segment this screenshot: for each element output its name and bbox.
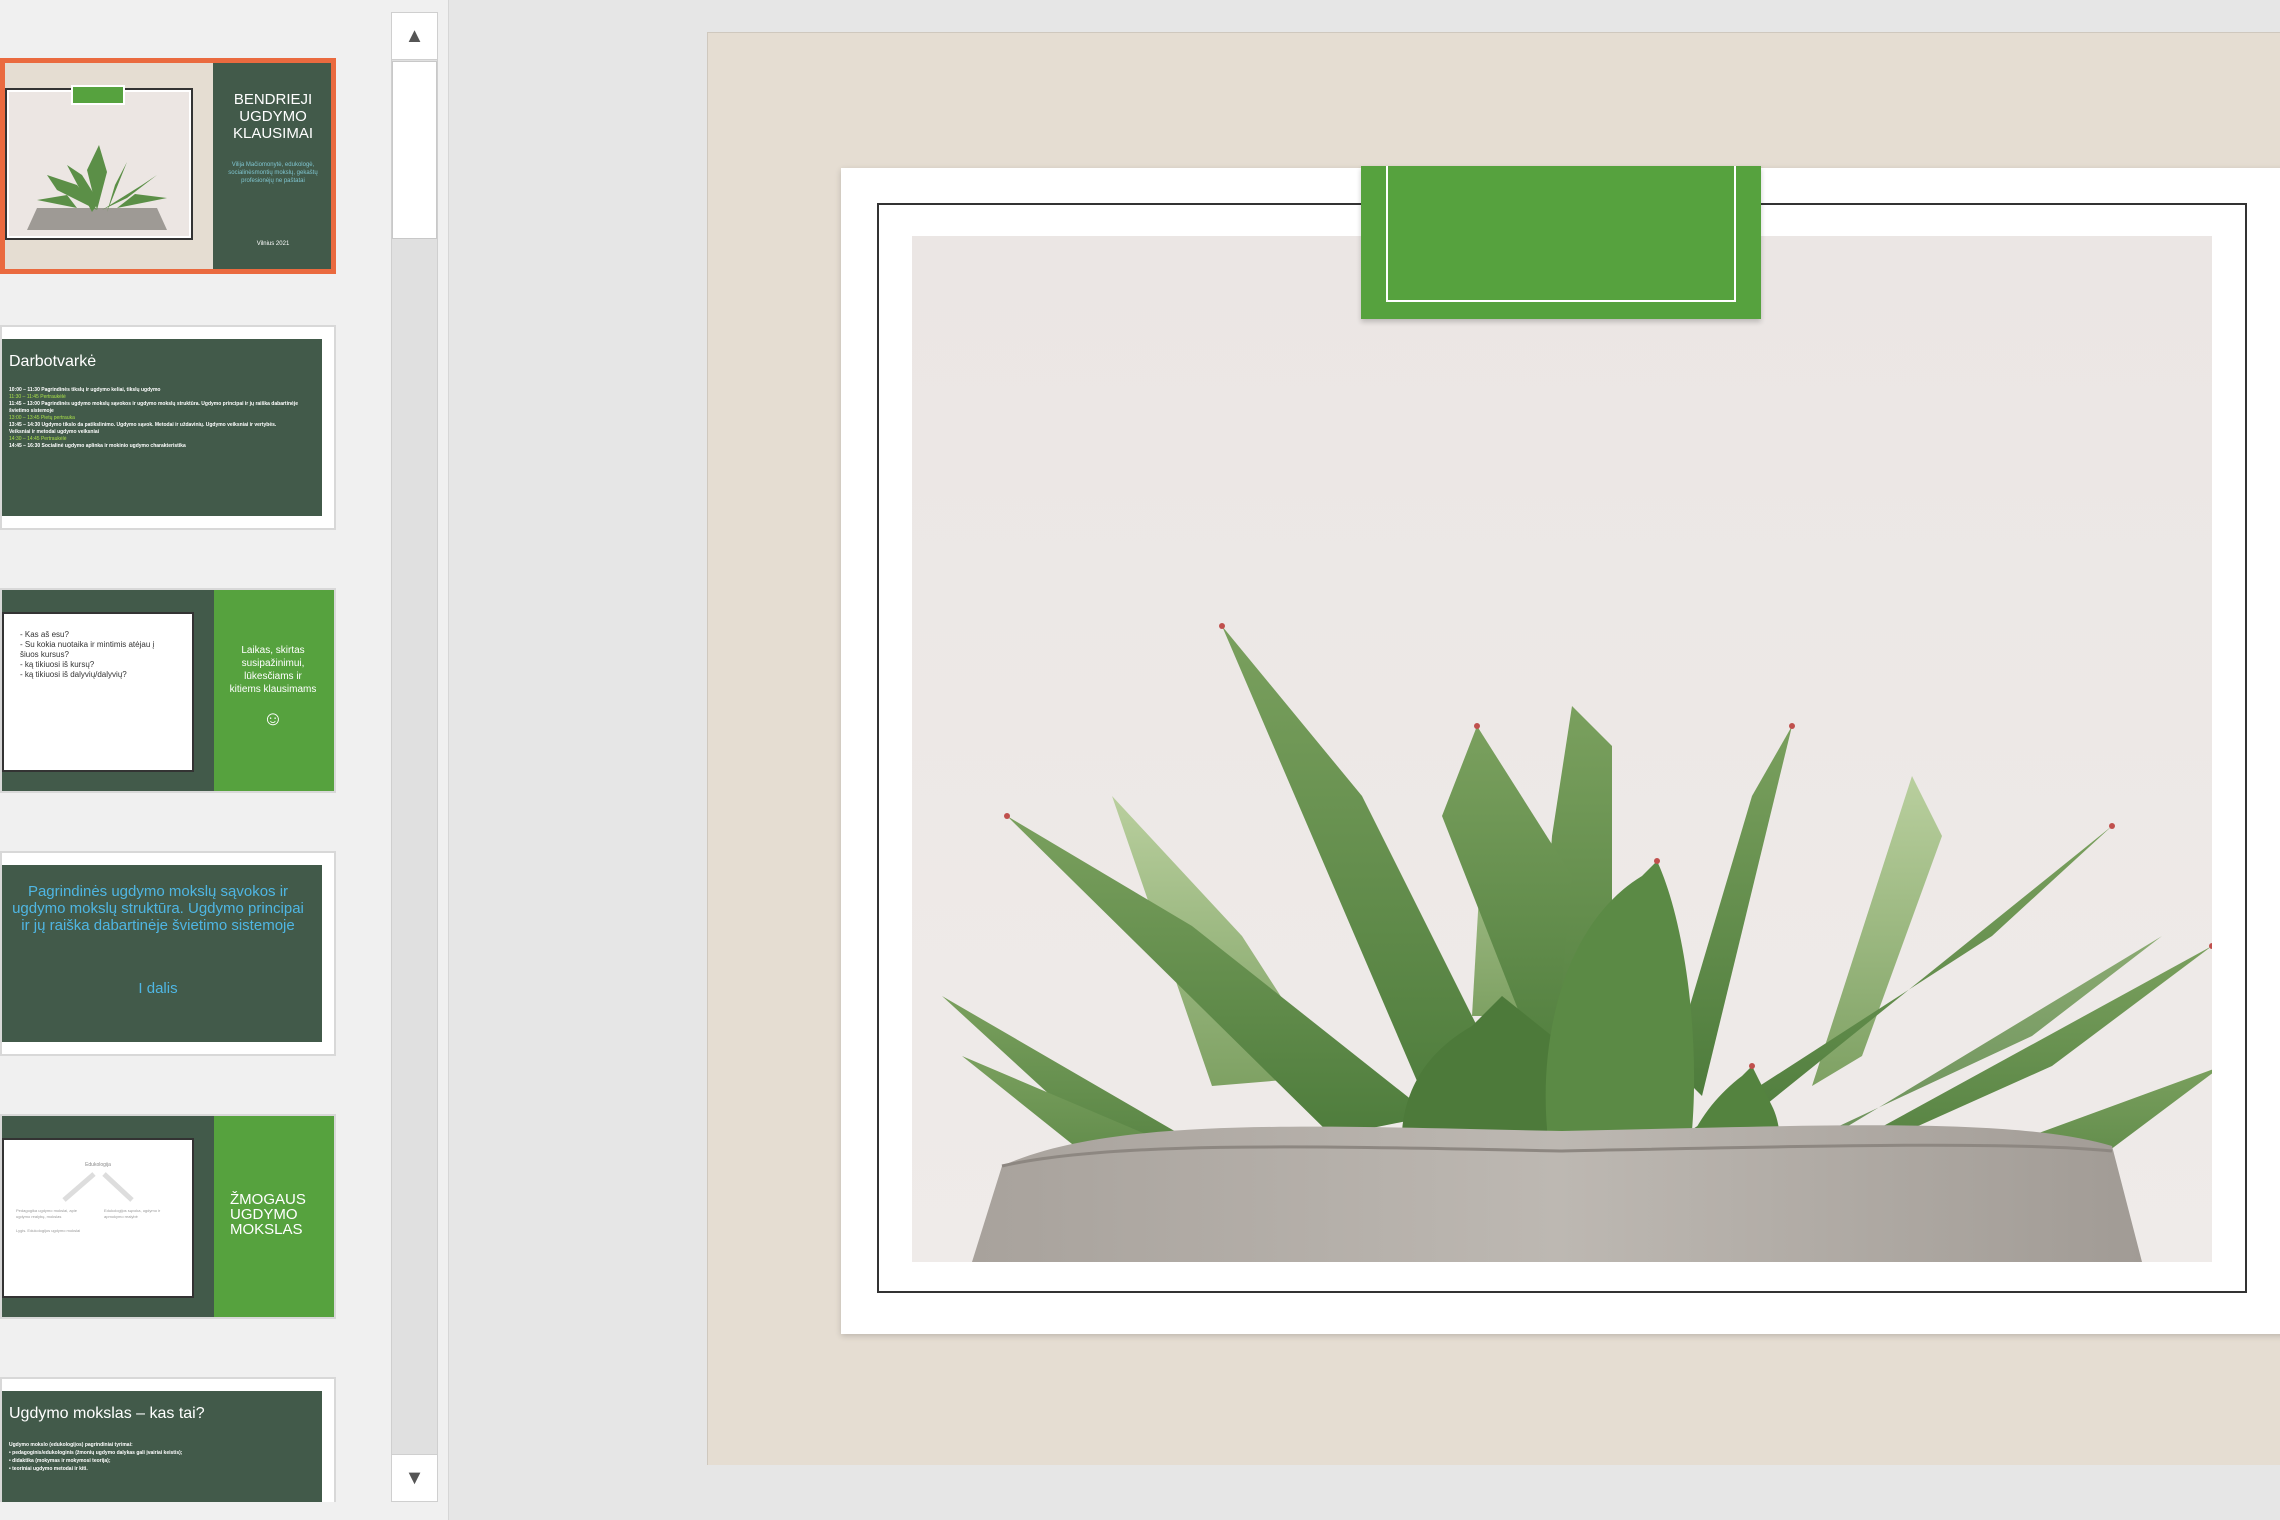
list-item: 14:45 – 16:30 Socialinė ugdymo aplinka i… <box>9 443 186 449</box>
list-item: 13:00 – 13:45 Pietų pertrauka <box>9 415 75 421</box>
slide-6-bullet-list: Ugdymo mokslo (edukologijos) pagrindinia… <box>9 1441 309 1473</box>
list-item: - ką tikiuosi iš kursų? <box>20 660 95 669</box>
chevron-up-icon: ▲ <box>404 24 425 47</box>
slide-3-preview: - Kas aš esu? - Su kokia nuotaika ir min… <box>2 590 334 791</box>
slide-5-side-panel: ŽMOGAUS UGDYMO MOKSLAS <box>214 1116 334 1317</box>
green-title-tab[interactable] <box>1361 166 1761 319</box>
list-item: 14:30 – 14:45 Pertraukėlė <box>9 436 67 442</box>
slide-6-title: Ugdymo mokslas – kas tai? <box>9 1405 205 1422</box>
succulent-image <box>912 236 2212 1262</box>
slide-thumbnail-6[interactable]: Ugdymo mokslas – kas tai? Ugdymo mokslo … <box>0 1377 336 1502</box>
list-item: - Su kokia nuotaika ir mintimis atėjau į… <box>20 640 155 659</box>
list-item: • teoriniai ugdymo metodai ir kiti. <box>9 1466 88 1472</box>
green-tab-inner-border <box>1386 166 1736 302</box>
slide-editing-canvas[interactable] <box>449 0 2280 1520</box>
slide-1-green-tab <box>71 85 125 105</box>
slide-2-title: Darbotvarkė <box>9 353 97 370</box>
slide-thumbnail-pane: BENDRIEJI UGDYMO KLAUSIMAI Vilija Mačiom… <box>0 0 449 1520</box>
slide-1-footer: Vilnius 2021 <box>256 241 290 247</box>
slide-1-preview: BENDRIEJI UGDYMO KLAUSIMAI Vilija Mačiom… <box>5 63 331 269</box>
slide-1-subtitle: Vilija Mačiomonytė, edukologė, socialinė… <box>228 162 318 184</box>
slide-1-photo-frame <box>5 88 193 240</box>
list-item: • pedagoginis/edukologinis (žmonių ugdym… <box>9 1450 183 1456</box>
slide-5-preview: Edukologija Pedagogika ugdymo mokslai, a… <box>2 1116 334 1317</box>
slide-1-title-panel: BENDRIEJI UGDYMO KLAUSIMAI Vilija Mačiom… <box>213 63 331 269</box>
list-item: 13:45 – 14:30 Ugdymo tikslo da patikslin… <box>9 422 277 435</box>
picture-card[interactable] <box>841 166 2280 1334</box>
slide-2-bullet-list: 10:00 – 11:30 Pagrindinės tikslų ir ugdy… <box>9 387 299 450</box>
scroll-down-button[interactable]: ▼ <box>392 1454 437 1501</box>
list-item: Ugdymo mokslo (edukologijos) pagrindinia… <box>9 1442 133 1448</box>
thumbnail-scrollbar[interactable]: ▲ ▼ <box>391 12 438 1502</box>
list-item: 10:00 – 11:30 Pagrindinės tikslų ir ugdy… <box>9 387 161 393</box>
list-item: - Kas aš esu? <box>20 630 69 639</box>
succulent-image <box>9 92 189 236</box>
slide-3-text-box: - Kas aš esu? - Su kokia nuotaika ir min… <box>2 612 194 772</box>
diagram-left-label: Pedagogika ugdymo mokslai, apie ugdymo r… <box>16 1208 77 1219</box>
scrollbar-thumb[interactable] <box>392 61 437 239</box>
list-item: 11:30 – 11:45 Pertraukėlė <box>9 394 66 400</box>
slide-1-title: BENDRIEJI UGDYMO KLAUSIMAI <box>232 91 314 142</box>
slide-6-panel: Ugdymo mokslas – kas tai? Ugdymo mokslo … <box>2 1391 322 1502</box>
slide-2-panel: Darbotvarkė 10:00 – 11:30 Pagrindinės ti… <box>2 339 322 516</box>
slide-thumbnail-2[interactable]: Darbotvarkė 10:00 – 11:30 Pagrindinės ti… <box>0 325 336 530</box>
list-item: - ką tikiuosi iš dalyvių/dalyvių? <box>20 670 127 679</box>
list-item: 11:45 – 13:00 Pagrindinės ugdymo mokslų … <box>9 401 298 414</box>
list-item: • didaktika (mokymas ir mokymosi teorija… <box>9 1458 111 1464</box>
slide-5-side-title: ŽMOGAUS UGDYMO MOKSLAS <box>230 1191 306 1238</box>
diagram-note: Lygis. Edukologijos ugdymo mokslai <box>16 1228 81 1233</box>
smiley-icon: ☺ <box>262 708 284 730</box>
succulent-photo[interactable] <box>912 236 2212 1262</box>
slide-4-subtitle: I dalis <box>138 980 178 997</box>
slide-4-title: Pagrindinės ugdymo mokslų sąvokos ir ugd… <box>12 883 304 934</box>
slide-2-preview: Darbotvarkė 10:00 – 11:30 Pagrindinės ti… <box>2 327 334 528</box>
diagram-right-label: Edukologijos sąvoka, ugdymo ir apmokymo … <box>104 1208 161 1219</box>
slide-5-diagram-box: Edukologija Pedagogika ugdymo mokslai, a… <box>2 1138 194 1298</box>
slide-thumbnail-5[interactable]: Edukologija Pedagogika ugdymo mokslai, a… <box>0 1114 336 1319</box>
slide-thumbnail-3[interactable]: - Kas aš esu? - Su kokia nuotaika ir min… <box>0 588 336 793</box>
chevron-down-icon: ▼ <box>404 1466 425 1489</box>
slide-3-side-text: Laikas, skirtas susipažinimui, lūkesčiam… <box>229 645 317 695</box>
slide-3-side-panel: Laikas, skirtas susipažinimui, lūkesčiam… <box>214 590 334 791</box>
slide-4-preview: Pagrindinės ugdymo mokslų sąvokos ir ugd… <box>2 853 334 1054</box>
current-slide[interactable] <box>707 32 2280 1465</box>
scroll-up-button[interactable]: ▲ <box>392 13 437 60</box>
slide-6-preview: Ugdymo mokslas – kas tai? Ugdymo mokslo … <box>2 1379 334 1502</box>
slide-thumbnail-4[interactable]: Pagrindinės ugdymo mokslų sąvokos ir ugd… <box>0 851 336 1056</box>
slide-thumbnail-1[interactable]: BENDRIEJI UGDYMO KLAUSIMAI Vilija Mačiom… <box>0 58 336 274</box>
slide-4-panel: Pagrindinės ugdymo mokslų sąvokos ir ugd… <box>2 865 322 1042</box>
